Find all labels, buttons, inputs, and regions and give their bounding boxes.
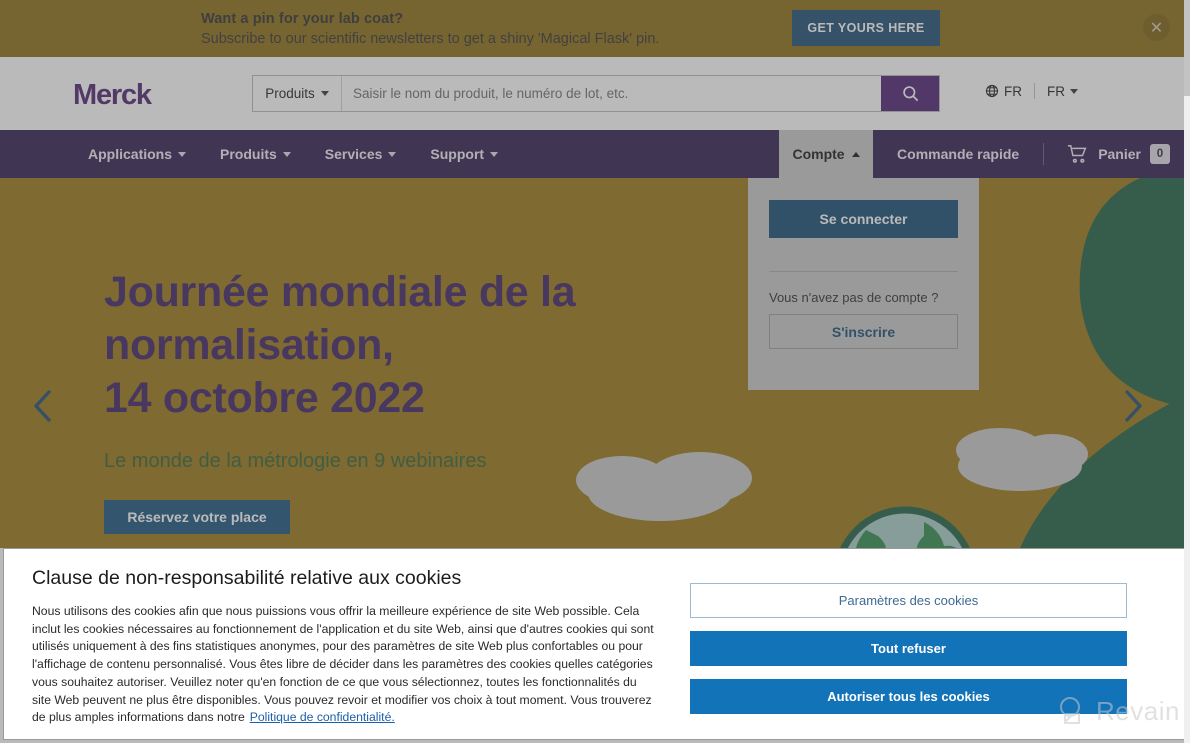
cookie-banner-body: Nous utilisons des cookies afin que nous… <box>32 603 657 727</box>
language-label: FR <box>1047 83 1065 99</box>
header-divider <box>1034 83 1035 99</box>
cookie-action-buttons: Paramètres des cookies Tout refuser Auto… <box>690 583 1127 714</box>
language-selector[interactable]: FR <box>1047 84 1078 99</box>
page-scrollbar[interactable] <box>1184 0 1190 743</box>
search-category-dropdown[interactable]: Produits <box>253 76 342 111</box>
cart-count-badge: 0 <box>1150 144 1170 164</box>
merck-logo[interactable]: Merck <box>73 79 152 112</box>
privacy-policy-link[interactable]: Politique de confidentialité. <box>250 710 395 724</box>
hero-cta-button[interactable]: Réservez votre place <box>104 500 290 534</box>
search-button[interactable] <box>881 76 939 111</box>
hero-subtitle: Le monde de la métrologie en 9 webinaire… <box>104 450 487 472</box>
chevron-up-icon <box>851 151 860 157</box>
main-nav: Applications Produits Services Support C… <box>0 130 1190 178</box>
accept-all-cookies-button[interactable]: Autoriser tous les cookies <box>690 679 1127 714</box>
locale-selector[interactable]: FR <box>985 84 1022 99</box>
no-account-text: Vous n'avez pas de compte ? <box>769 290 939 305</box>
cookie-body-text: Nous utilisons des cookies afin que nous… <box>32 604 654 725</box>
promo-banner: Want a pin for your lab coat? Subscribe … <box>0 0 1190 57</box>
quick-order-link[interactable]: Commande rapide <box>873 146 1043 162</box>
scrollbar-thumb[interactable] <box>1184 0 1190 96</box>
cart-button[interactable]: Panier 0 <box>1044 144 1190 165</box>
globe-icon <box>985 84 999 98</box>
panel-divider <box>769 271 958 272</box>
search-bar: Produits <box>252 75 940 112</box>
register-button[interactable]: S'inscrire <box>769 314 958 349</box>
chevron-down-icon <box>1070 88 1078 94</box>
cookie-settings-button[interactable]: Paramètres des cookies <box>690 583 1127 618</box>
chevron-down-icon <box>320 91 329 96</box>
promo-text-block: Want a pin for your lab coat? Subscribe … <box>201 9 659 50</box>
promo-subtitle: Subscribe to our scientific newsletters … <box>201 31 660 47</box>
search-icon <box>902 86 918 102</box>
cart-icon <box>1068 144 1087 163</box>
locale-label: FR <box>1004 83 1022 99</box>
chevron-left-icon <box>34 390 51 422</box>
cookie-banner-title: Clause de non-responsabilité relative au… <box>32 567 462 589</box>
promo-title: Want a pin for your lab coat? <box>201 11 404 27</box>
cookie-consent-banner: Clause de non-responsabilité relative au… <box>3 548 1187 740</box>
search-input[interactable] <box>342 76 881 111</box>
chevron-right-icon <box>1125 390 1142 422</box>
close-icon[interactable]: ✕ <box>1143 14 1170 41</box>
search-category-label: Produits <box>265 86 315 101</box>
carousel-next-button[interactable] <box>1118 386 1162 430</box>
account-dropdown-panel: Se connecter Vous n'avez pas de compte ?… <box>748 178 979 390</box>
account-tab[interactable]: Compte <box>779 130 874 178</box>
reject-all-button[interactable]: Tout refuser <box>690 631 1127 666</box>
get-yours-here-button[interactable]: GET YOURS HERE <box>792 10 940 46</box>
carousel-prev-button[interactable] <box>28 386 72 430</box>
account-tab-label: Compte <box>792 146 845 162</box>
header-utilities: FR FR <box>985 83 1078 99</box>
sign-in-button[interactable]: Se connecter <box>769 200 958 238</box>
hero-title: Journée mondiale de la normalisation, 14… <box>104 268 576 422</box>
nav-utilities: Compte Commande rapide Panier 0 <box>31 130 1190 178</box>
cart-label: Panier <box>1098 146 1141 162</box>
page-root: Want a pin for your lab coat? Subscribe … <box>0 0 1190 743</box>
hero-carousel: Journée mondiale de la normalisation, 14… <box>0 178 1190 548</box>
